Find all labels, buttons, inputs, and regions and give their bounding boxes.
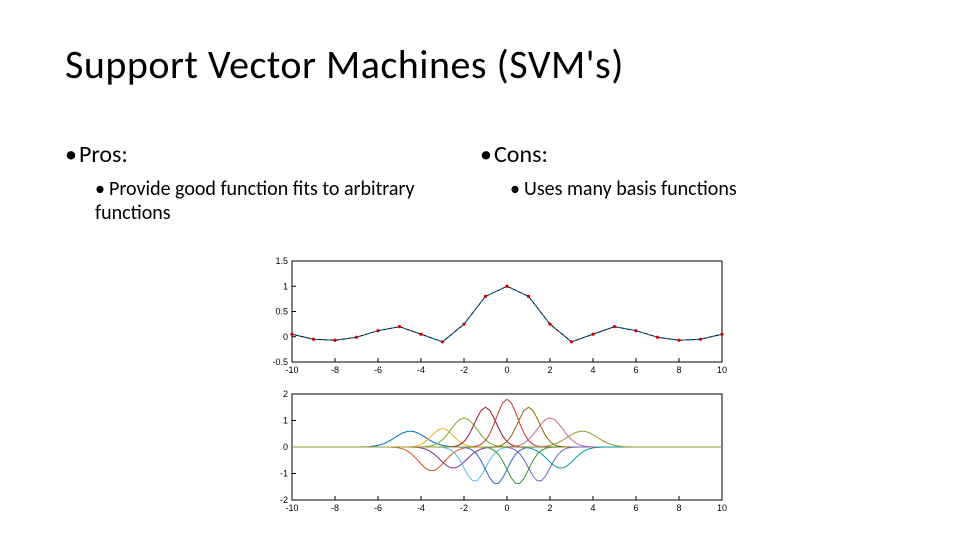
svg-text:1.5: 1.5	[275, 256, 288, 266]
chart-container: -10-8-6-4-20246810-0.500.511.5 -10-8-6-4…	[260, 255, 730, 526]
svg-text:4: 4	[590, 365, 595, 375]
svg-text:-8: -8	[331, 503, 339, 513]
svg-text:2: 2	[547, 503, 552, 513]
svg-text:-6: -6	[374, 503, 382, 513]
svg-text:2: 2	[547, 365, 552, 375]
content-columns: •Pros: •Provide good function fits to ar…	[65, 140, 895, 225]
pros-item: •Provide good function fits to arbitrary…	[95, 177, 425, 225]
svg-text:0: 0	[504, 503, 509, 513]
cons-heading-text: Cons:	[494, 140, 548, 169]
svg-text:-6: -6	[374, 365, 382, 375]
svg-text:10: 10	[717, 365, 727, 375]
pros-heading: •Pros:	[65, 140, 480, 169]
svg-text:4: 4	[590, 503, 595, 513]
basis-functions-chart: -10-8-6-4-20246810-2-1012	[260, 388, 730, 518]
svg-text:-4: -4	[417, 503, 425, 513]
svg-text:6: 6	[633, 503, 638, 513]
svg-text:10: 10	[717, 503, 727, 513]
cons-item-text: Uses many basis functions	[524, 177, 737, 201]
svg-text:-0.5: -0.5	[272, 357, 288, 367]
svg-text:-2: -2	[460, 503, 468, 513]
svg-text:2: 2	[283, 389, 288, 399]
svg-text:8: 8	[676, 365, 681, 375]
svg-text:-1: -1	[280, 469, 288, 479]
svg-text:-2: -2	[280, 495, 288, 505]
function-fit-chart: -10-8-6-4-20246810-0.500.511.5	[260, 255, 730, 380]
cons-heading: •Cons:	[480, 140, 895, 169]
pros-column: •Pros: •Provide good function fits to ar…	[65, 140, 480, 225]
pros-heading-text: Pros:	[79, 140, 128, 169]
cons-column: •Cons: •Uses many basis functions	[480, 140, 895, 225]
svg-text:-2: -2	[460, 365, 468, 375]
svg-text:-8: -8	[331, 365, 339, 375]
slide-title: Support Vector Machines (SVM's)	[65, 40, 624, 89]
svg-text:0: 0	[283, 442, 288, 452]
svg-text:0: 0	[283, 332, 288, 342]
svg-text:6: 6	[633, 365, 638, 375]
svg-text:0: 0	[504, 365, 509, 375]
svg-text:1: 1	[283, 416, 288, 426]
cons-item: •Uses many basis functions	[510, 177, 840, 201]
pros-item-text: Provide good function fits to arbitrary …	[95, 177, 415, 225]
svg-text:1: 1	[283, 281, 288, 291]
svg-text:0.5: 0.5	[275, 307, 288, 317]
svg-text:-4: -4	[417, 365, 425, 375]
svg-text:8: 8	[676, 503, 681, 513]
